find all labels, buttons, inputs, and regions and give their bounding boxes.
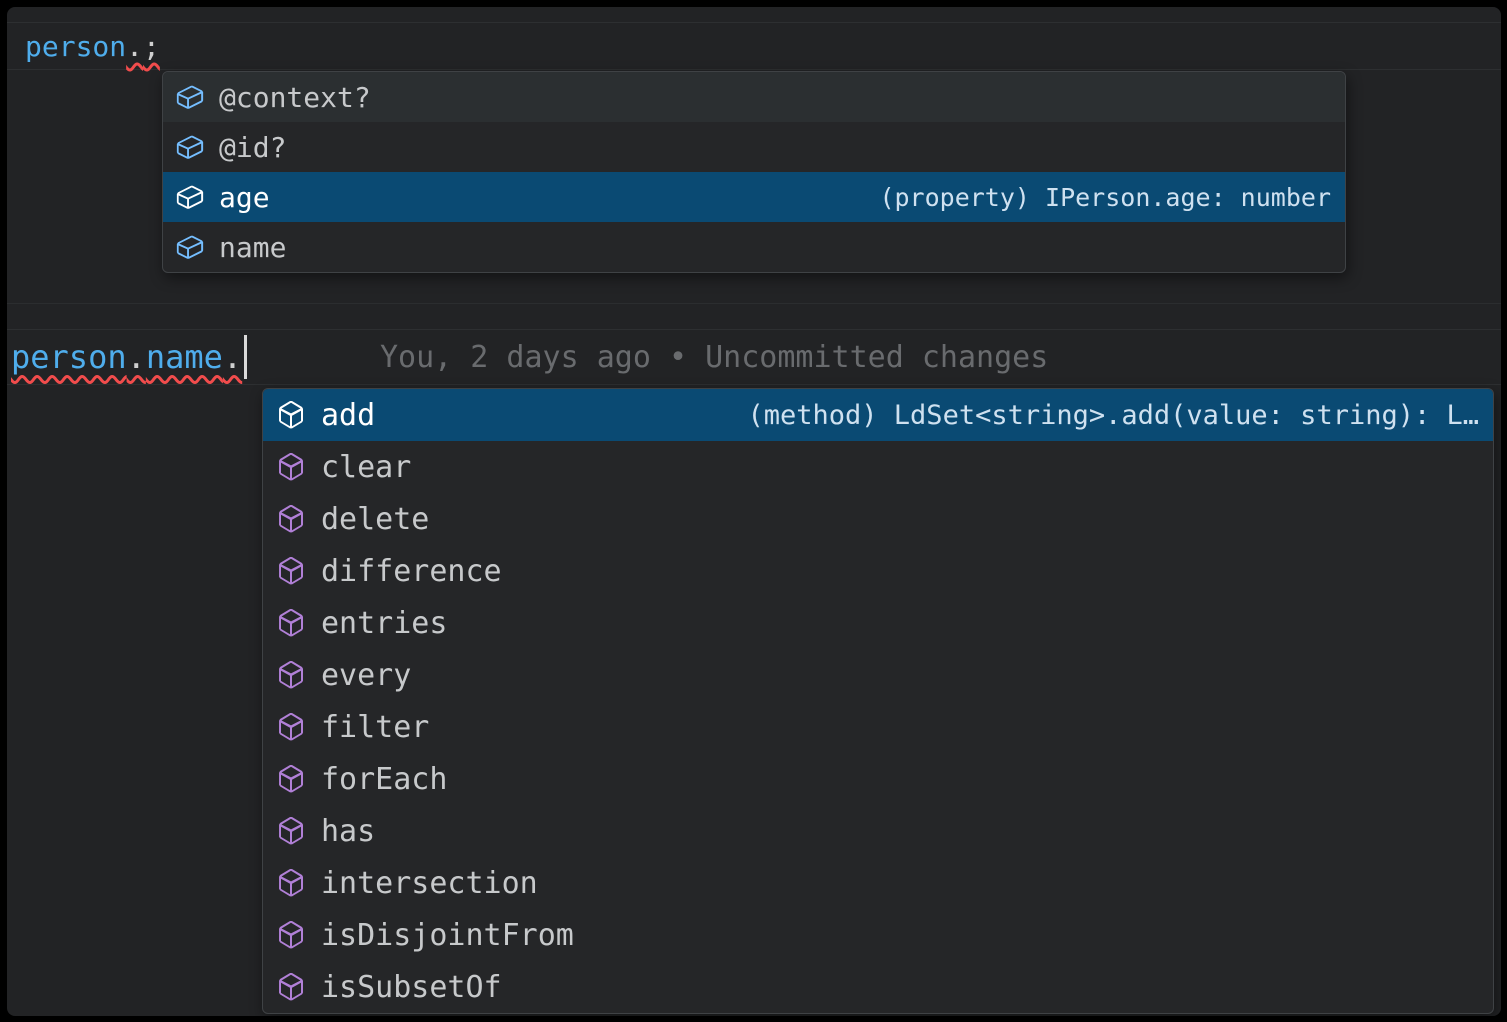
suggestion-label: isSubsetOf <box>321 970 502 1005</box>
suggestion-label: entries <box>321 606 447 641</box>
suggestion-label: filter <box>321 710 429 745</box>
symbol-method-icon <box>275 711 307 743</box>
symbol-method-icon <box>275 399 307 431</box>
section-divider <box>7 303 1501 304</box>
symbol-method-icon <box>275 867 307 899</box>
suggestion-item[interactable]: age (property) IPerson.age: number <box>163 172 1345 222</box>
symbol-method-icon <box>275 971 307 1003</box>
suggestion-item[interactable]: forEach <box>263 753 1493 805</box>
suggestion-item[interactable]: @context? <box>163 72 1345 122</box>
suggestion-item[interactable]: @id? <box>163 122 1345 172</box>
suggestion-item[interactable]: clear <box>263 441 1493 493</box>
symbol-method-icon <box>275 763 307 795</box>
code-expression: person.name. <box>11 338 242 376</box>
suggestion-label: name <box>219 231 286 264</box>
symbol-method-icon <box>275 607 307 639</box>
code-token-semicolon: ; <box>143 30 160 63</box>
suggestion-item[interactable]: every <box>263 649 1493 701</box>
symbol-method-icon <box>275 919 307 951</box>
suggestion-label: has <box>321 814 375 849</box>
suggest-widget-methods: add (method) LdSet<string>.add(value: st… <box>262 388 1494 1014</box>
code-token-property: name <box>146 338 223 376</box>
text-cursor <box>244 335 247 379</box>
symbol-field-icon <box>175 82 205 112</box>
suggestion-label: add <box>321 398 375 433</box>
suggestion-label: @id? <box>219 131 286 164</box>
symbol-method-icon <box>275 451 307 483</box>
symbol-method-icon <box>275 503 307 535</box>
suggestion-label: intersection <box>321 866 538 901</box>
code-token-dot: . <box>127 338 146 376</box>
symbol-field-icon <box>175 232 205 262</box>
symbol-method-icon <box>275 555 307 587</box>
git-blame-annotation: You, 2 days ago • Uncommitted changes <box>380 329 1048 385</box>
suggest-widget-properties: @context? @id? age (property) IPerson.ag… <box>162 71 1346 273</box>
suggestion-label: difference <box>321 554 502 589</box>
suggestion-item[interactable]: difference <box>263 545 1493 597</box>
symbol-field-icon <box>175 182 205 212</box>
code-token-dot: . <box>126 30 143 63</box>
suggestion-item[interactable]: filter <box>263 701 1493 753</box>
editor-surface: person.; @context? @id? age (property) I… <box>7 7 1501 1016</box>
suggestion-detail: (method) LdSet<string>.add(value: string… <box>718 400 1480 431</box>
symbol-method-icon <box>275 815 307 847</box>
suggestion-label: forEach <box>321 762 447 797</box>
code-token-object: person <box>11 338 127 376</box>
code-line-person[interactable]: person.; <box>7 22 1501 70</box>
suggestion-label: delete <box>321 502 429 537</box>
suggestion-item[interactable]: has <box>263 805 1493 857</box>
suggestion-label: clear <box>321 450 411 485</box>
suggestion-item[interactable]: entries <box>263 597 1493 649</box>
screenshot-frame: person.; @context? @id? age (property) I… <box>0 0 1507 1022</box>
symbol-field-icon <box>175 132 205 162</box>
suggestion-item[interactable]: add (method) LdSet<string>.add(value: st… <box>263 389 1493 441</box>
suggestion-item[interactable]: delete <box>263 493 1493 545</box>
suggestion-label: isDisjointFrom <box>321 918 574 953</box>
suggestion-item[interactable]: intersection <box>263 857 1493 909</box>
suggestion-item[interactable]: isDisjointFrom <box>263 909 1493 961</box>
suggestion-label: age <box>219 181 270 214</box>
suggestion-detail: (property) IPerson.age: number <box>849 183 1331 212</box>
code-token-variable: person <box>25 30 126 63</box>
suggestion-label: every <box>321 658 411 693</box>
suggestion-item[interactable]: name <box>163 222 1345 272</box>
suggestion-item[interactable]: isSubsetOf <box>263 961 1493 1013</box>
symbol-method-icon <box>275 659 307 691</box>
code-token-trailing-dot: . <box>223 338 242 376</box>
suggestion-label: @context? <box>219 81 371 114</box>
